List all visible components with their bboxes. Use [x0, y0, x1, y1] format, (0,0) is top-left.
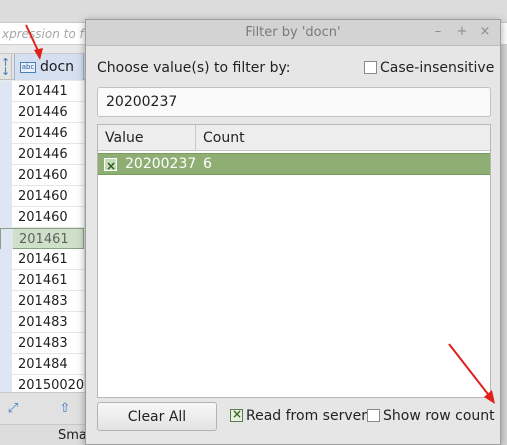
row-marker[interactable] [0, 312, 12, 333]
row-marker[interactable] [0, 165, 12, 186]
grid-cell: 201461 [19, 232, 69, 247]
row-marker[interactable] [0, 186, 12, 207]
values-table: Value Count 20200237 6 [97, 124, 491, 398]
bottom-toolbar: ⤢ ⇧ [0, 392, 92, 424]
grid-cell: 201483 [18, 294, 68, 309]
grid-cell: 201446 [18, 105, 68, 120]
column-header-label: docn [40, 59, 75, 75]
grid-row[interactable]: 201446 [0, 102, 84, 123]
row-marker[interactable] [0, 81, 12, 102]
sort-arrows-icon: ↑ ↓ [1, 56, 11, 78]
row-marker[interactable] [0, 102, 12, 123]
read-from-server-checkbox[interactable] [230, 407, 243, 422]
row-marker[interactable] [0, 270, 12, 291]
grid-cell: 201483 [18, 336, 68, 351]
case-insensitive-checkbox[interactable] [364, 61, 377, 74]
show-row-count-option[interactable]: Show row count [367, 408, 495, 424]
row-marker[interactable] [0, 291, 12, 312]
grid-row[interactable]: 201484 [0, 354, 84, 375]
filter-prompt: Choose value(s) to filter by: [97, 60, 291, 76]
maximize-icon[interactable]: + [454, 23, 470, 41]
grid-cell: 201441 [18, 84, 68, 99]
background-right-strip [500, 45, 507, 445]
case-insensitive-option[interactable]: Case-insensitive [364, 60, 494, 76]
value-cell: 20200237 [125, 156, 197, 172]
dialog-titlebar[interactable]: Filter by 'docn' – + × [86, 20, 500, 46]
value-search-input[interactable] [97, 87, 491, 117]
row-marker[interactable] [0, 354, 12, 375]
row-marker[interactable] [0, 333, 12, 354]
show-row-count-checkbox[interactable] [367, 409, 380, 422]
bottom-tab-label[interactable]: Sma [58, 428, 87, 443]
column-header-docn[interactable]: abc docn [14, 54, 84, 80]
close-icon[interactable]: × [477, 23, 493, 41]
row-marker[interactable] [0, 123, 12, 144]
grid-cell: 201460 [18, 189, 68, 204]
fit-columns-icon[interactable]: ⤢ [4, 401, 22, 417]
grid-header: ↑ ↓ abc docn [0, 53, 92, 80]
value-row[interactable]: 20200237 6 [98, 153, 490, 176]
count-column-header[interactable]: Count [196, 125, 490, 151]
grid-row[interactable]: 201446 [0, 123, 84, 144]
grid-row[interactable]: 201483 [0, 333, 84, 354]
grid-row[interactable]: 201483 [0, 291, 84, 312]
row-selector-header[interactable]: ↑ ↓ [0, 54, 12, 80]
grid-cell: 201446 [18, 126, 68, 141]
minimize-icon[interactable]: – [430, 23, 446, 41]
grid-cell: 201460 [18, 168, 68, 183]
count-cell: 6 [203, 156, 212, 172]
show-row-count-label: Show row count [383, 408, 495, 424]
grid-cell: 201461 [18, 273, 68, 288]
grid-row[interactable]: 201460 [0, 207, 84, 228]
grid-row[interactable]: 201446 [0, 144, 84, 165]
grid-rows: 201441 201446 201446 201446 201460 201460 2014… [0, 81, 84, 396]
row-marker[interactable] [0, 249, 12, 270]
grid-cell: 201446 [18, 147, 68, 162]
grid-row[interactable]: 201483 [0, 312, 84, 333]
filter-dialog: Filter by 'docn' – + × Choose value(s) t… [85, 19, 501, 445]
grid-row[interactable]: 201461 [0, 228, 84, 250]
row-marker[interactable] [0, 144, 12, 165]
grid-row[interactable]: 201461 [0, 270, 84, 291]
value-row-checkbox[interactable] [104, 156, 117, 176]
grid-row[interactable]: 201441 [0, 81, 84, 102]
read-from-server-label: Read from server [246, 408, 367, 424]
grid-cell: 201461 [18, 252, 68, 267]
row-marker[interactable] [1, 229, 13, 250]
grid-row[interactable]: 201460 [0, 165, 84, 186]
grid-cell: 20150020 [18, 378, 85, 393]
string-type-icon: abc [20, 62, 36, 73]
clear-all-button[interactable]: Clear All [97, 402, 217, 431]
grid-cell: 201484 [18, 357, 68, 372]
values-table-header: Value Count [98, 125, 490, 151]
read-from-server-option[interactable]: Read from server [230, 407, 367, 424]
bottom-tab-bar: Sma [0, 424, 92, 445]
value-column-header[interactable]: Value [98, 125, 196, 151]
row-marker[interactable] [0, 207, 12, 228]
case-insensitive-label: Case-insensitive [380, 60, 495, 76]
grid-row[interactable]: 201460 [0, 186, 84, 207]
grid-cell: 201460 [18, 210, 68, 225]
grid-cell: 201483 [18, 315, 68, 330]
grid-row[interactable]: 201461 [0, 249, 84, 270]
export-icon[interactable]: ⇧ [56, 401, 74, 417]
